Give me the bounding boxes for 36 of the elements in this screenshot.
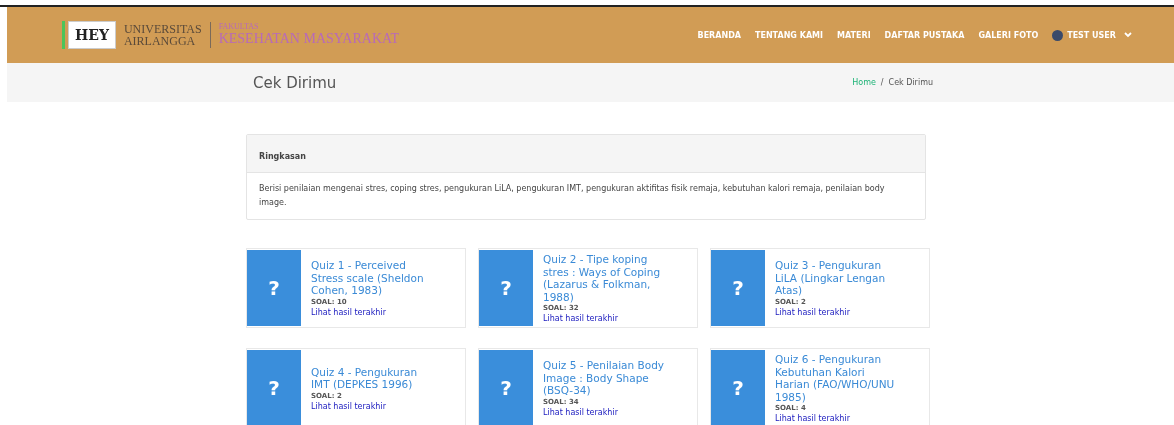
quiz-title[interactable]: Quiz 5 - Penilaian Body Image : Body Shape (BSQ-34) [543, 359, 665, 397]
nav-link[interactable]: GALERI FOTO [978, 30, 1039, 40]
breadcrumb-separator: / [880, 78, 884, 87]
question-mark-icon: ? [711, 250, 765, 326]
result-link[interactable]: Lihat hasil terakhir [543, 407, 697, 417]
result-link[interactable]: Lihat hasil terakhir [543, 314, 697, 323]
question-mark-icon: ? [247, 250, 301, 326]
result-link[interactable]: Lihat hasil terakhir [311, 401, 465, 411]
quiz-title[interactable]: Quiz 1 - Perceived Stress scale (Sheldon Cohen, 1983) [311, 259, 433, 297]
quiz-title[interactable]: Quiz 3 - Pengukuran LiLA (Lingkar Lengan Atas) [775, 259, 897, 297]
breadcrumb-current: Cek Dirimu [888, 78, 933, 87]
faculty-label: FAKULTAS [218, 23, 260, 31]
quiz-title[interactable]: Quiz 2 - Tipe koping stres : Ways of Coping (Lazarus & Folkman, 1988) [543, 253, 665, 303]
breadcrumb-link[interactable]: Home [852, 78, 876, 87]
site-logo[interactable]: HEY [68, 21, 116, 49]
nav-link[interactable]: TENTANG KAMI [755, 30, 823, 40]
faculty-name: KESEHATAN MASYARAKAT [218, 31, 400, 47]
result-link[interactable]: Lihat hasil terakhir [775, 414, 929, 423]
quiz-title[interactable]: Quiz 4 - Pengukuran IMT (DEPKES 1996) [311, 365, 433, 391]
nav-link[interactable]: BERANDA [697, 30, 741, 40]
question-mark-icon: ? [247, 350, 301, 425]
summary-text: Berisi penilaian mengenai stres, coping stres, pengukuran LiLA, pengukuran IMT, pengukuran aktifitas fisik remaja, kebutuhan kalori remaja, penilaian body image. [259, 183, 886, 209]
nav-link[interactable]: DAFTAR PUSTAKA [884, 30, 965, 40]
quiz-title[interactable]: Quiz 6 - Pengukuran Kebutuhan Kalori Harian (FAO/WHO/UNU 1985) [775, 353, 897, 403]
page-title: Cek Dirimu [253, 73, 337, 92]
avatar-icon[interactable] [1052, 29, 1064, 41]
question-mark-icon: ? [711, 350, 765, 425]
nav-link[interactable]: MATERI [837, 30, 871, 40]
summary-title: Ringkasan [259, 152, 306, 161]
caret-icon[interactable] [1124, 32, 1132, 38]
question-mark-icon: ? [479, 250, 533, 326]
user-menu[interactable]: TEST USER [1067, 30, 1116, 40]
result-link[interactable]: Lihat hasil terakhir [311, 307, 465, 317]
university-name: UNIVERSITAS AIRLANGGA [123, 23, 202, 47]
result-link[interactable]: Lihat hasil terakhir [775, 307, 929, 317]
question-mark-icon: ? [479, 350, 533, 425]
